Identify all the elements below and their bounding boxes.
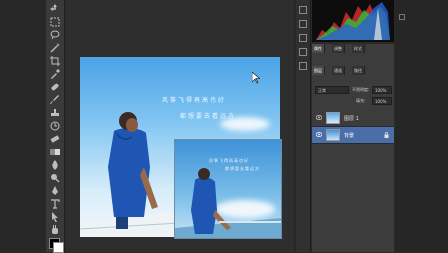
opacity-label: 不透明度: xyxy=(352,87,370,92)
lasso-tool-icon[interactable] xyxy=(50,30,60,40)
pen-tool-icon[interactable] xyxy=(50,186,60,196)
hand-tool-icon[interactable] xyxy=(50,225,60,235)
brush-panel-icon[interactable] xyxy=(299,62,307,70)
tab-channels[interactable]: 通道 xyxy=(332,66,345,75)
layer-row-layer-1[interactable]: 图层 1 xyxy=(312,110,394,127)
tools-panel xyxy=(46,0,65,253)
history-brush-tool-icon[interactable] xyxy=(50,121,60,131)
history-panel-icon[interactable] xyxy=(299,6,307,14)
blend-mode-select[interactable]: 正常 xyxy=(315,86,349,94)
inset-photo[interactable]: 风筝飞得再高也好 都想要去看远方 xyxy=(174,139,282,239)
character-panel-icon[interactable] xyxy=(299,34,307,42)
tab-adjustments[interactable]: 调整 xyxy=(332,44,345,53)
tab-paths[interactable]: 路径 xyxy=(352,66,365,75)
collapse-icon[interactable] xyxy=(399,14,405,20)
paragraph-panel-icon[interactable] xyxy=(299,48,307,56)
magic-wand-tool-icon[interactable] xyxy=(50,43,60,53)
crop-tool-icon[interactable] xyxy=(50,56,60,66)
eraser-tool-icon[interactable] xyxy=(50,134,60,144)
panel-icon-strip xyxy=(296,0,311,252)
layer-row-background[interactable]: 背景 xyxy=(312,127,394,144)
dodge-tool-icon[interactable] xyxy=(50,173,60,183)
background-color-swatch[interactable] xyxy=(53,242,64,253)
marquee-tool-icon[interactable] xyxy=(50,17,60,27)
move-tool-icon[interactable] xyxy=(50,4,60,14)
tab-properties[interactable]: 属性 xyxy=(312,44,325,53)
brush-tool-icon[interactable] xyxy=(50,95,60,105)
type-tool-icon[interactable] xyxy=(50,199,60,209)
fill-input[interactable]: 100% xyxy=(372,97,392,105)
layer-name: 背景 xyxy=(344,133,355,139)
tab-styles[interactable]: 样式 xyxy=(352,44,365,53)
actions-panel-icon[interactable] xyxy=(299,20,307,28)
visibility-eye-icon[interactable] xyxy=(316,115,322,120)
opacity-input[interactable]: 100% xyxy=(372,86,392,94)
healing-brush-tool-icon[interactable] xyxy=(50,82,60,92)
gradient-tool-icon[interactable] xyxy=(50,147,60,157)
lock-icon xyxy=(384,132,389,138)
inset-boy-photo xyxy=(175,168,281,238)
visibility-eye-icon[interactable] xyxy=(316,132,322,137)
layer-thumbnail xyxy=(326,112,340,124)
fill-label: 填充: xyxy=(356,98,366,103)
histogram-panel xyxy=(312,0,394,42)
layer-thumbnail xyxy=(326,129,340,141)
mouse-cursor-icon xyxy=(252,72,260,84)
blur-tool-icon[interactable] xyxy=(50,160,60,170)
clone-stamp-tool-icon[interactable] xyxy=(50,108,60,118)
right-dock xyxy=(395,0,448,252)
layers-panel: 属性 调整 样式 图层 通道 路径 正常 不透明度: 100% 填充: 100%… xyxy=(312,44,394,252)
path-selection-tool-icon[interactable] xyxy=(50,212,60,222)
eyedropper-tool-icon[interactable] xyxy=(50,69,60,79)
histogram-graph xyxy=(316,2,390,40)
tab-layers[interactable]: 图层 xyxy=(312,66,325,75)
layer-name: 图层 1 xyxy=(344,116,359,122)
